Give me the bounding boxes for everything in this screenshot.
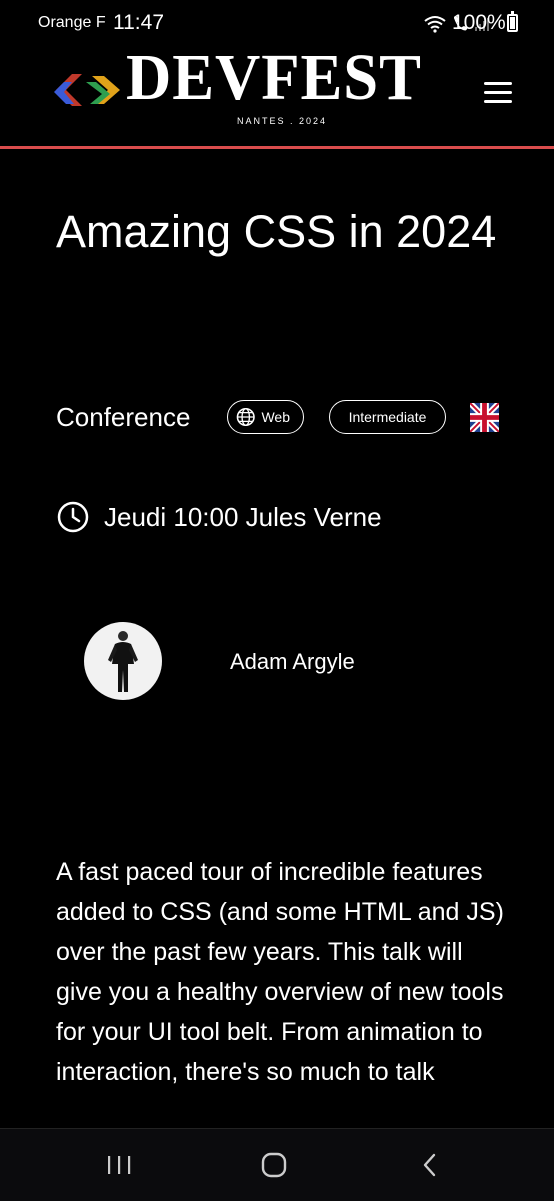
- speaker-photo-icon: [108, 631, 138, 692]
- site-header: DEVFEST NANTES . 2024: [0, 42, 554, 147]
- home-icon[interactable]: [244, 1143, 304, 1187]
- logo-wordmark: DEVFEST: [126, 41, 422, 114]
- tag-level-label: Intermediate: [348, 409, 427, 425]
- session-type: Conference: [56, 402, 191, 432]
- tag-web[interactable]: Web: [227, 400, 304, 434]
- uk-flag-icon: [470, 403, 499, 432]
- recent-apps-icon[interactable]: [89, 1143, 149, 1187]
- tag-web-label: Web: [261, 409, 290, 425]
- clock-icon: [57, 501, 89, 533]
- speaker-avatar: [84, 622, 162, 700]
- talk-meta: Conference Web Intermediate: [56, 398, 516, 438]
- clock: 11:47: [113, 11, 164, 34]
- globe-icon: [236, 407, 255, 427]
- talk-abstract: A fast paced tour of incredible features…: [56, 858, 504, 1086]
- logo-subtitle: NANTES . 2024: [237, 116, 328, 126]
- battery-icon: [507, 11, 518, 32]
- header-divider: [0, 146, 554, 149]
- back-icon[interactable]: [400, 1143, 460, 1187]
- schedule-text: Jeudi 10:00 Jules Verne: [104, 501, 382, 532]
- talk-schedule: Jeudi 10:00 Jules Verne: [56, 497, 382, 537]
- carrier-label: Orange F: [38, 14, 106, 31]
- battery-percent: 100%: [452, 11, 506, 34]
- system-nav-bar: [0, 1128, 554, 1201]
- wifi-icon: [424, 16, 446, 33]
- speaker-card[interactable]: Adam Argyle: [84, 622, 484, 702]
- tag-level[interactable]: Intermediate: [329, 400, 446, 434]
- logo-chevrons-icon: [54, 74, 120, 106]
- talk-title: Amazing CSS in 2024: [56, 206, 497, 257]
- devfest-logo[interactable]: DEVFEST NANTES . 2024: [52, 36, 421, 131]
- speaker-name[interactable]: Adam Argyle: [230, 649, 355, 675]
- hamburger-menu-icon[interactable]: [482, 80, 516, 106]
